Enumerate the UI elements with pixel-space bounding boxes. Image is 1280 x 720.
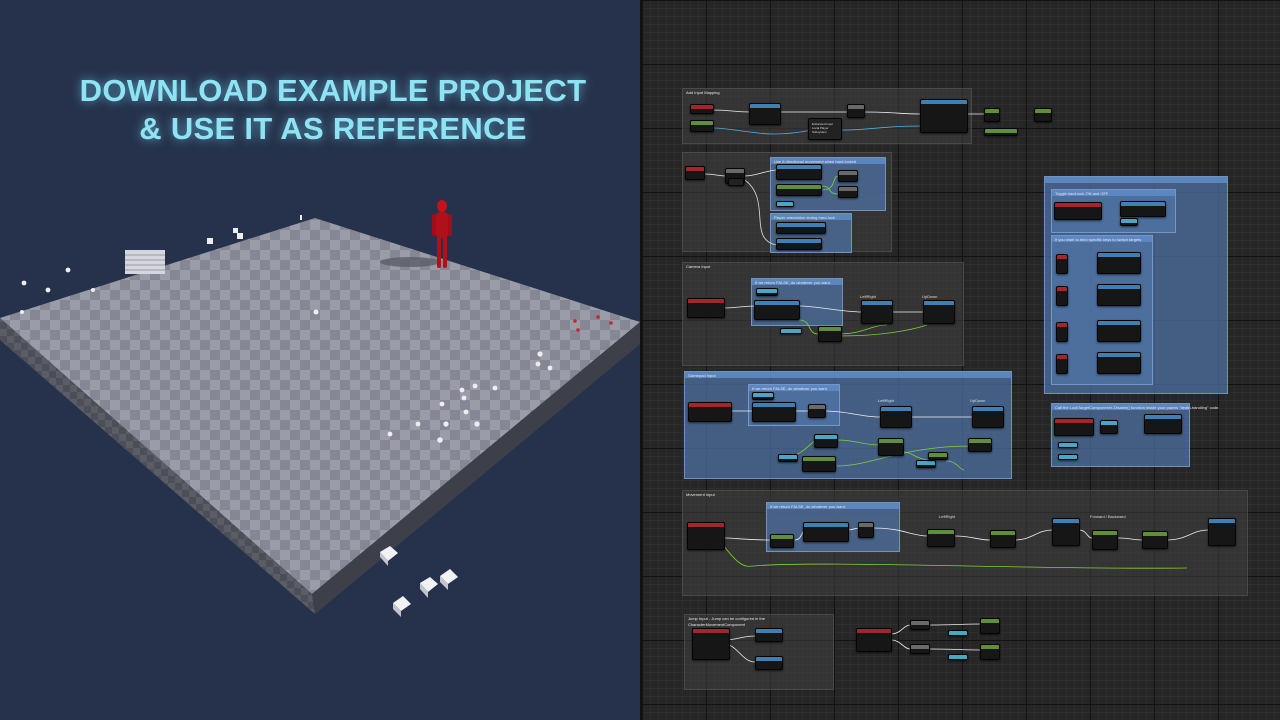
headline-line-2: & USE IT AS REFERENCE bbox=[139, 111, 527, 146]
node-gamepad-input-action[interactable] bbox=[688, 402, 732, 422]
node-death-var-2[interactable] bbox=[1058, 454, 1078, 460]
node-gamepad-add-yaw[interactable] bbox=[880, 406, 912, 428]
node-switch-call-2[interactable] bbox=[1097, 284, 1141, 306]
headline: DOWNLOAD EXAMPLE PROJECT & USE IT AS REF… bbox=[0, 72, 640, 148]
node-camera-get-target[interactable] bbox=[756, 288, 778, 296]
node-camera-input-action[interactable] bbox=[687, 298, 725, 318]
headline-line-1: DOWNLOAD EXAMPLE PROJECT bbox=[79, 73, 587, 108]
node-gamepad-get-target[interactable] bbox=[752, 392, 774, 400]
node-gamepad-multiply[interactable] bbox=[968, 438, 992, 452]
node-gamepad-scale[interactable] bbox=[802, 456, 836, 472]
node-camera-self[interactable] bbox=[780, 328, 802, 334]
node-disable-call[interactable] bbox=[1144, 414, 1182, 434]
node-switch-call-3[interactable] bbox=[1097, 320, 1141, 342]
node-is-valid[interactable] bbox=[847, 104, 865, 118]
node-jump-extra-var-1[interactable] bbox=[948, 630, 968, 636]
node-set-use-controller-rotation[interactable] bbox=[776, 222, 826, 234]
node-gamepad-axis-x[interactable] bbox=[814, 434, 838, 448]
node-move-lock-check[interactable] bbox=[803, 522, 849, 542]
node-move-switch[interactable] bbox=[858, 522, 874, 538]
cube-cluster bbox=[125, 250, 165, 274]
node-event-tick[interactable] bbox=[685, 166, 705, 180]
node-mapping-branch[interactable] bbox=[1034, 108, 1052, 122]
node-move-add-input-y[interactable] bbox=[1142, 531, 1168, 549]
node-print-mapping[interactable] bbox=[984, 108, 1000, 122]
node-add-pitch-input[interactable] bbox=[923, 300, 955, 324]
node-stop-jumping-call[interactable] bbox=[755, 656, 783, 670]
node-jump-input-action[interactable] bbox=[692, 628, 730, 660]
label-subsystem: Enhanced Input Local Player Subsystem bbox=[812, 122, 834, 134]
node-move-add-movement-x[interactable] bbox=[1052, 518, 1080, 546]
node-bool-false[interactable] bbox=[838, 186, 858, 198]
node-move-input-action[interactable] bbox=[687, 522, 725, 550]
node-add-mapping-context[interactable] bbox=[920, 99, 968, 133]
node-gamepad-rate[interactable] bbox=[916, 460, 936, 468]
node-death-var-1[interactable] bbox=[1058, 442, 1078, 448]
node-gamepad-switch[interactable] bbox=[808, 404, 826, 418]
node-set-desired-rotation[interactable] bbox=[776, 184, 822, 196]
node-get-controller[interactable] bbox=[690, 120, 714, 132]
node-bool-true[interactable] bbox=[838, 170, 858, 182]
node-cast-player-controller[interactable] bbox=[749, 103, 781, 125]
node-switch-call-4[interactable] bbox=[1097, 352, 1141, 374]
node-add-yaw-input[interactable] bbox=[861, 300, 893, 324]
node-event-begin-play[interactable] bbox=[690, 104, 714, 114]
node-jump-extra-call-2[interactable] bbox=[980, 644, 1000, 660]
node-toggle-lock-input[interactable] bbox=[1054, 202, 1102, 220]
node-switch-key-2[interactable] bbox=[1056, 286, 1068, 306]
node-jump-extra-gate-1[interactable] bbox=[910, 620, 930, 630]
node-move-add-movement-y[interactable] bbox=[1208, 518, 1236, 546]
node-move-right-vector[interactable] bbox=[927, 529, 955, 547]
node-jump-extra-var-2[interactable] bbox=[948, 654, 968, 660]
node-mapping-priority[interactable] bbox=[984, 128, 1018, 136]
node-gamepad-delta[interactable] bbox=[778, 454, 798, 462]
node-move-add-input-x[interactable] bbox=[990, 530, 1016, 548]
viewport-panel: DOWNLOAD EXAMPLE PROJECT & USE IT AS REF… bbox=[0, 0, 640, 720]
blueprint-graph[interactable]: Add Input Mapping Use 8 directional move… bbox=[640, 0, 1280, 720]
node-is-hard-locked[interactable] bbox=[728, 178, 744, 186]
node-set-orient-rotation[interactable] bbox=[776, 164, 822, 180]
node-death-event[interactable] bbox=[1054, 418, 1094, 436]
node-camera-break-vector[interactable] bbox=[818, 326, 842, 342]
node-move-get-target[interactable] bbox=[770, 534, 794, 548]
node-set-orient-false[interactable] bbox=[776, 238, 822, 250]
node-switch-key-1[interactable] bbox=[1056, 254, 1068, 274]
node-jump-extra-gate-2[interactable] bbox=[910, 644, 930, 654]
node-gamepad-clamp[interactable] bbox=[928, 452, 948, 460]
node-gamepad-lock-check[interactable] bbox=[752, 402, 796, 422]
node-camera-lock-check[interactable] bbox=[754, 300, 800, 320]
node-jump-call[interactable] bbox=[755, 628, 783, 642]
node-toggle-lock-target[interactable] bbox=[1120, 218, 1138, 226]
node-lock-component-ref[interactable] bbox=[1100, 420, 1118, 434]
node-toggle-lock-call[interactable] bbox=[1120, 201, 1166, 217]
node-get-subsystem[interactable]: Enhanced Input Local Player Subsystem bbox=[808, 118, 842, 140]
node-character-movement[interactable] bbox=[776, 201, 794, 207]
node-gamepad-add-pitch[interactable] bbox=[972, 406, 1004, 428]
node-switch-key-3[interactable] bbox=[1056, 322, 1068, 342]
node-gamepad-axis-y[interactable] bbox=[878, 438, 904, 456]
node-jump-extra-input[interactable] bbox=[856, 628, 892, 652]
floating-cubes bbox=[380, 546, 458, 617]
node-switch-call-1[interactable] bbox=[1097, 252, 1141, 274]
node-move-forward-vector[interactable] bbox=[1092, 530, 1118, 550]
node-jump-extra-call-1[interactable] bbox=[980, 618, 1000, 634]
node-switch-key-4[interactable] bbox=[1056, 354, 1068, 374]
